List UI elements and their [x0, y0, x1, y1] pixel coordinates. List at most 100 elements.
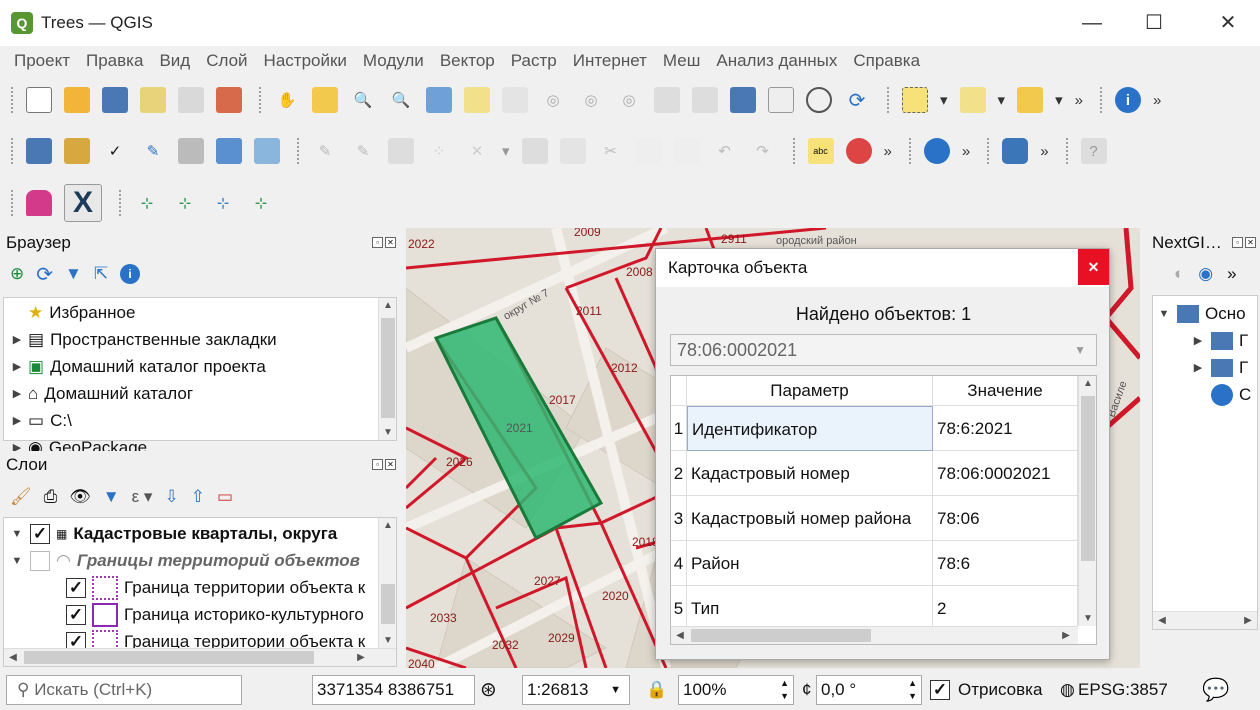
toolbar-grip[interactable] [986, 137, 991, 165]
toolbar-overflow-icon[interactable]: » [1075, 92, 1083, 109]
scroll-right-icon[interactable]: ▶ [352, 652, 370, 663]
group-visibility-checkbox[interactable] [30, 550, 50, 571]
expand-all-icon[interactable]: ⇩ [164, 487, 178, 507]
chevron-down-icon[interactable]: ▾ [1055, 91, 1063, 109]
scroll-left-icon[interactable]: ◀ [4, 652, 22, 663]
table-hscrollbar[interactable]: ◀ ▶ [671, 626, 1078, 644]
add-group-icon[interactable]: ⎙ [44, 487, 58, 507]
show-bookmarks-icon[interactable] [768, 87, 794, 113]
filter-icon[interactable]: ▼ [65, 264, 82, 284]
copy-features-icon[interactable] [635, 138, 662, 164]
add-raster-layer-icon[interactable] [178, 138, 204, 164]
menu-edit[interactable]: Правка [78, 51, 151, 71]
table-cell-value[interactable]: 2 [933, 586, 1078, 631]
toolbar-grip[interactable] [10, 189, 14, 217]
create-web-map-icon[interactable]: ◉ [1198, 264, 1213, 284]
toolbar-overflow-icon[interactable]: » [884, 143, 892, 160]
dialog-close-button[interactable]: ✕ [1078, 249, 1109, 285]
layer-row[interactable]: ▼ ✓ ▦ Кадастровые кварталы, округа [10, 520, 337, 547]
toolbar-grip[interactable] [1098, 86, 1103, 114]
info-icon[interactable]: i [120, 264, 141, 284]
zoom-to-selection-icon[interactable] [464, 87, 490, 113]
float-panel-icon[interactable]: ▫ [1232, 237, 1243, 248]
add-wms-layer-icon[interactable] [216, 138, 242, 164]
table-cell-value[interactable]: 78:06:0002021 [933, 451, 1078, 496]
identify-features-icon[interactable]: i [1114, 87, 1141, 113]
new-print-layout-icon[interactable] [140, 87, 166, 113]
menu-layer[interactable]: Слой [198, 51, 255, 71]
scroll-left-icon[interactable]: ◀ [671, 630, 689, 641]
browser-item-favorites[interactable]: ★ Избранное [10, 299, 135, 326]
table-cell-value[interactable]: 78:06 [933, 496, 1078, 541]
add-wfs-layer-icon[interactable] [254, 138, 280, 164]
zoom-in-icon[interactable]: 🔍 [350, 87, 376, 113]
scroll-right-icon[interactable]: ▶ [1057, 630, 1075, 641]
select-features-icon[interactable] [902, 87, 928, 113]
collapse-arrow-icon[interactable]: ▼ [10, 528, 24, 540]
column-header-value[interactable]: Значение [933, 376, 1078, 406]
expression-filter-icon[interactable]: ε ▾ [132, 487, 153, 507]
save-edits-icon[interactable] [388, 138, 414, 164]
deselect-all-icon[interactable] [1017, 87, 1044, 113]
add-point-icon[interactable]: ⁘ [426, 138, 452, 164]
style-manager-icon[interactable] [216, 87, 242, 113]
temporal-controller-icon[interactable] [806, 87, 832, 113]
layer-row[interactable]: ✓ Граница территории объекта к [66, 574, 365, 601]
expand-arrow-icon[interactable]: ▶ [10, 360, 24, 373]
table-cell-param[interactable]: Идентификатор [687, 406, 933, 451]
plugin-figure-icon[interactable] [26, 190, 52, 216]
resource-item[interactable]: ▶ Г [1191, 327, 1248, 354]
float-panel-icon[interactable]: ▫ [372, 459, 383, 470]
scroll-thumb[interactable] [1081, 396, 1095, 561]
lock-scale-icon[interactable]: 🔒 [646, 675, 667, 705]
toolbar-grip[interactable] [258, 86, 262, 114]
layer-visibility-checkbox[interactable]: ✓ [30, 523, 50, 544]
zoom-out-icon[interactable]: 🔍 [388, 87, 414, 113]
resource-item[interactable]: С [1205, 381, 1251, 408]
maximize-button[interactable]: ☐ [1122, 0, 1186, 46]
new-project-icon[interactable] [26, 87, 52, 113]
new-bookmark-icon[interactable] [730, 87, 756, 113]
layout-manager-icon[interactable] [178, 87, 204, 113]
locator-search-input[interactable]: ⚲ Искать (Ctrl+K) [6, 675, 242, 705]
toolbar-overflow-icon[interactable]: » [1040, 143, 1048, 160]
row-number[interactable]: 4 [671, 541, 687, 586]
table-cell-value[interactable]: 78:6:2021 [933, 406, 1078, 451]
layers-vscrollbar[interactable]: ▲ ▼ [378, 518, 396, 648]
table-cell-param[interactable]: Тип [687, 586, 933, 631]
scroll-thumb[interactable] [691, 629, 871, 642]
expand-arrow-icon[interactable]: ▶ [1191, 361, 1205, 374]
close-button[interactable]: ✕ [1196, 0, 1260, 46]
zoom-last-icon[interactable]: ◎ [578, 87, 604, 113]
filter-legend-icon[interactable]: ▼ [103, 487, 120, 507]
scroll-up-icon[interactable]: ▲ [379, 520, 396, 531]
add-vector-layer-icon[interactable]: ✓ [102, 138, 128, 164]
select-by-value-icon[interactable] [959, 87, 986, 113]
coordinate-field[interactable]: 3371354 8386751 [312, 675, 475, 705]
close-panel-icon[interactable]: ✕ [1245, 237, 1256, 248]
table-cell-param[interactable]: Район [687, 541, 933, 586]
close-panel-icon[interactable]: ✕ [385, 459, 396, 470]
menu-processing[interactable]: Анализ данных [708, 51, 845, 71]
menu-project[interactable]: Проект [6, 51, 78, 71]
coordinate-toggle-icon[interactable]: ⊛ [480, 675, 497, 705]
menu-web[interactable]: Интернет [565, 51, 655, 71]
menu-settings[interactable]: Настройки [256, 51, 355, 71]
save-project-icon[interactable] [102, 87, 128, 113]
scroll-left-icon[interactable]: ◀ [1153, 615, 1171, 626]
label-tool-icon[interactable]: abc [807, 138, 834, 164]
toolbar-grip[interactable] [907, 137, 912, 165]
chevron-down-icon[interactable]: ▼ [1074, 335, 1086, 365]
browser-item-drive-c[interactable]: ▶ ▭ C:\ [10, 407, 72, 434]
chevron-down-icon[interactable]: ▼ [610, 676, 621, 704]
row-number[interactable]: 2 [671, 451, 687, 496]
refresh-icon[interactable]: ⟳ [844, 87, 870, 113]
messages-icon[interactable]: 💬 [1202, 675, 1229, 705]
zoom-native-icon[interactable]: ◎ [540, 87, 566, 113]
expand-arrow-icon[interactable]: ▶ [1191, 334, 1205, 347]
scroll-right-icon[interactable]: ▶ [1239, 615, 1257, 626]
scroll-up-icon[interactable]: ▲ [379, 300, 397, 311]
collapse-all-icon[interactable]: ⇧ [191, 487, 205, 507]
rotation-spinbox[interactable]: 0,0 ° ▲ ▼ [816, 675, 922, 705]
toolbar-grip[interactable] [886, 86, 890, 114]
